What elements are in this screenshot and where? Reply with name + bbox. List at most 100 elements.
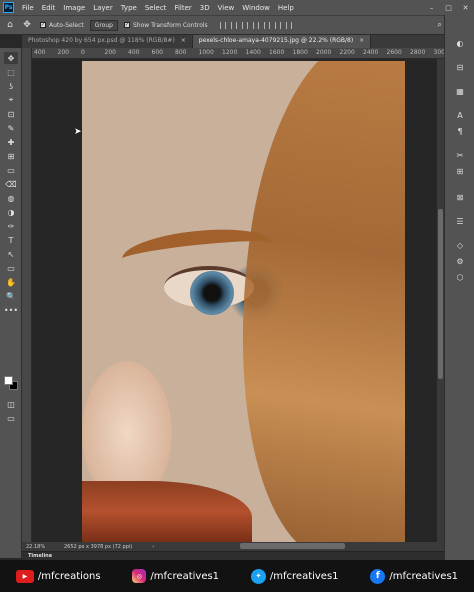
align-bottom-icon[interactable] xyxy=(274,21,281,29)
channels-panel-icon[interactable]: ⚙ xyxy=(453,255,467,267)
minimize-icon[interactable]: – xyxy=(423,4,440,12)
crop-tool-icon[interactable]: ⊡ xyxy=(4,108,18,120)
menu-window[interactable]: Window xyxy=(238,4,274,12)
search-icon[interactable]: ⌕ xyxy=(437,20,441,30)
type-tool-icon[interactable]: T xyxy=(4,234,18,246)
auto-select-checkbox[interactable]: ✓ Auto-Select xyxy=(40,22,84,29)
show-transform-checkbox[interactable]: ✓ Show Transform Controls xyxy=(124,22,208,29)
menu-3d[interactable]: 3D xyxy=(196,4,214,12)
tools-panel: ✥ ⬚ ʖ ⌖ ⊡ ✎ ✚ ⊞ ▭ ⌫ ◍ ◑ ✑ T ↖ ▭ ✋ 🔍 ••• … xyxy=(0,48,22,558)
vertical-ruler[interactable] xyxy=(22,48,32,542)
vertical-scroll-thumb[interactable] xyxy=(438,209,443,379)
foreground-color-swatch[interactable] xyxy=(4,376,13,385)
properties-panel-icon[interactable]: ⊞ xyxy=(453,165,467,177)
hand-tool-icon[interactable]: ✋ xyxy=(4,276,18,288)
menu-type[interactable]: Type xyxy=(117,4,141,12)
timeline-tab[interactable]: Timeline xyxy=(28,553,52,559)
ruler-tick-label: 200 xyxy=(57,49,69,56)
align-top-icon[interactable] xyxy=(252,21,259,29)
layers-panel-icon[interactable]: ◇ xyxy=(453,239,467,251)
tools-panel-icon[interactable]: ✂ xyxy=(453,149,467,161)
ruler-tick-label: 2800 xyxy=(410,49,426,56)
align-left-icon[interactable] xyxy=(219,21,226,29)
eyedropper-tool-icon[interactable]: ✎ xyxy=(4,122,18,134)
quick-mask-icon[interactable]: ◫ xyxy=(4,398,18,410)
close-icon[interactable]: × xyxy=(181,37,186,44)
screen-mode-icon[interactable]: ▭ xyxy=(4,412,18,424)
menu-filter[interactable]: Filter xyxy=(170,4,195,12)
gradients-panel-icon[interactable]: ▦ xyxy=(453,85,467,97)
more-tools-icon[interactable]: ••• xyxy=(4,304,18,316)
swatches-panel-icon[interactable]: ⊟ xyxy=(453,61,467,73)
color-panel-icon[interactable]: ◐ xyxy=(453,37,467,49)
character-panel-icon[interactable]: A xyxy=(453,109,467,121)
twitter-icon: ✦ xyxy=(250,568,266,584)
close-icon[interactable]: ✕ xyxy=(457,4,474,12)
align-center-icon[interactable] xyxy=(230,21,237,29)
maximize-icon[interactable]: □ xyxy=(440,4,457,12)
marquee-tool-icon[interactable]: ⬚ xyxy=(4,66,18,78)
photoshop-logo-icon: Ps xyxy=(3,2,14,13)
home-icon[interactable]: ⌂ xyxy=(3,18,17,32)
ruler-tick-label: 1800 xyxy=(292,49,308,56)
adjustments-panel-icon[interactable]: ☰ xyxy=(453,215,467,227)
align-middle-icon[interactable] xyxy=(263,21,270,29)
document-info: 2652 px x 3978 px (72 ppi) xyxy=(64,543,133,550)
dodge-tool-icon[interactable]: ◑ xyxy=(4,206,18,218)
lasso-tool-icon[interactable]: ʖ xyxy=(4,80,18,92)
menu-image[interactable]: Image xyxy=(59,4,89,12)
horizontal-ruler[interactable]: 400 200 0 200 400 600 800 1000 1200 1400 1600 1800 2… xyxy=(32,48,449,59)
move-tool-icon[interactable]: ✥ xyxy=(4,52,18,64)
quick-select-tool-icon[interactable]: ⌖ xyxy=(4,94,18,106)
tab-photoshop-psd[interactable]: Photoshop 420 by 654 px.psd @ 118% (RGB/… xyxy=(22,35,193,48)
pen-tool-icon[interactable]: ✑ xyxy=(4,220,18,232)
menu-view[interactable]: View xyxy=(214,4,239,12)
image-nose xyxy=(82,361,172,481)
menu-layer[interactable]: Layer xyxy=(89,4,117,12)
menu-select[interactable]: Select xyxy=(141,4,171,12)
zoom-tool-icon[interactable]: 🔍 xyxy=(4,290,18,302)
youtube-link[interactable]: ▶ /mfcreations xyxy=(15,569,101,583)
eraser-tool-icon[interactable]: ⌫ xyxy=(4,178,18,190)
path-select-tool-icon[interactable]: ↖ xyxy=(4,248,18,260)
instagram-handle: /mfcreatives1 xyxy=(150,570,220,582)
menu-edit[interactable]: Edit xyxy=(38,4,60,12)
show-transform-label: Show Transform Controls xyxy=(133,21,208,29)
youtube-icon: ▶ xyxy=(15,569,34,583)
instagram-icon: ◎ xyxy=(132,569,147,583)
align-right-icon[interactable] xyxy=(241,21,248,29)
document-image[interactable] xyxy=(82,61,405,542)
tab-label: Photoshop 420 by 654 px.psd @ 118% (RGB/… xyxy=(28,37,175,44)
paths-panel-icon[interactable]: ⬡ xyxy=(453,271,467,283)
blur-tool-icon[interactable]: ◍ xyxy=(4,192,18,204)
move-tool-icon[interactable]: ✥ xyxy=(20,18,34,32)
horizontal-scroll-thumb[interactable] xyxy=(240,543,345,549)
cursor-icon: ➤ xyxy=(74,127,82,137)
canvas-area[interactable]: ➤ xyxy=(32,59,437,542)
healing-tool-icon[interactable]: ✚ xyxy=(4,136,18,148)
vertical-scrollbar[interactable] xyxy=(437,59,444,542)
instagram-link[interactable]: ◎ /mfcreatives1 xyxy=(132,569,219,583)
ruler-tick-label: 1600 xyxy=(269,49,285,56)
paragraph-panel-icon[interactable]: ¶ xyxy=(453,125,467,137)
distribute-icon[interactable] xyxy=(285,21,292,29)
group-select[interactable]: Group xyxy=(89,19,118,31)
tab-pexels-jpg[interactable]: pexels-chloe-amaya-4079215.jpg @ 22.2% (… xyxy=(192,35,372,48)
libraries-panel-icon[interactable]: ⊠ xyxy=(453,191,467,203)
checkbox-checked-icon: ✓ xyxy=(40,22,46,28)
checkbox-checked-icon: ✓ xyxy=(124,22,130,28)
close-icon[interactable]: × xyxy=(359,37,364,44)
right-panel-dock: ◐ ⊟ ▦ A ¶ ✂ ⊞ ⊠ ☰ ◇ ⚙ ⬡ xyxy=(444,15,474,560)
facebook-link[interactable]: f /mfcreatives1 xyxy=(370,568,458,584)
ruler-tick-label: 1200 xyxy=(222,49,238,56)
twitter-handle: /mfcreatives1 xyxy=(269,570,339,582)
status-menu-arrow-icon[interactable]: › xyxy=(152,544,154,550)
brush-tool-icon[interactable]: ⊞ xyxy=(4,150,18,162)
twitter-link[interactable]: ✦ /mfcreatives1 xyxy=(250,568,339,584)
zoom-level[interactable]: 22.18% xyxy=(26,544,58,550)
menu-help[interactable]: Help xyxy=(274,4,298,12)
ruler-tick-label: 1000 xyxy=(198,49,214,56)
stamp-tool-icon[interactable]: ▭ xyxy=(4,164,18,176)
shape-tool-icon[interactable]: ▭ xyxy=(4,262,18,274)
menu-file[interactable]: File xyxy=(18,4,38,12)
